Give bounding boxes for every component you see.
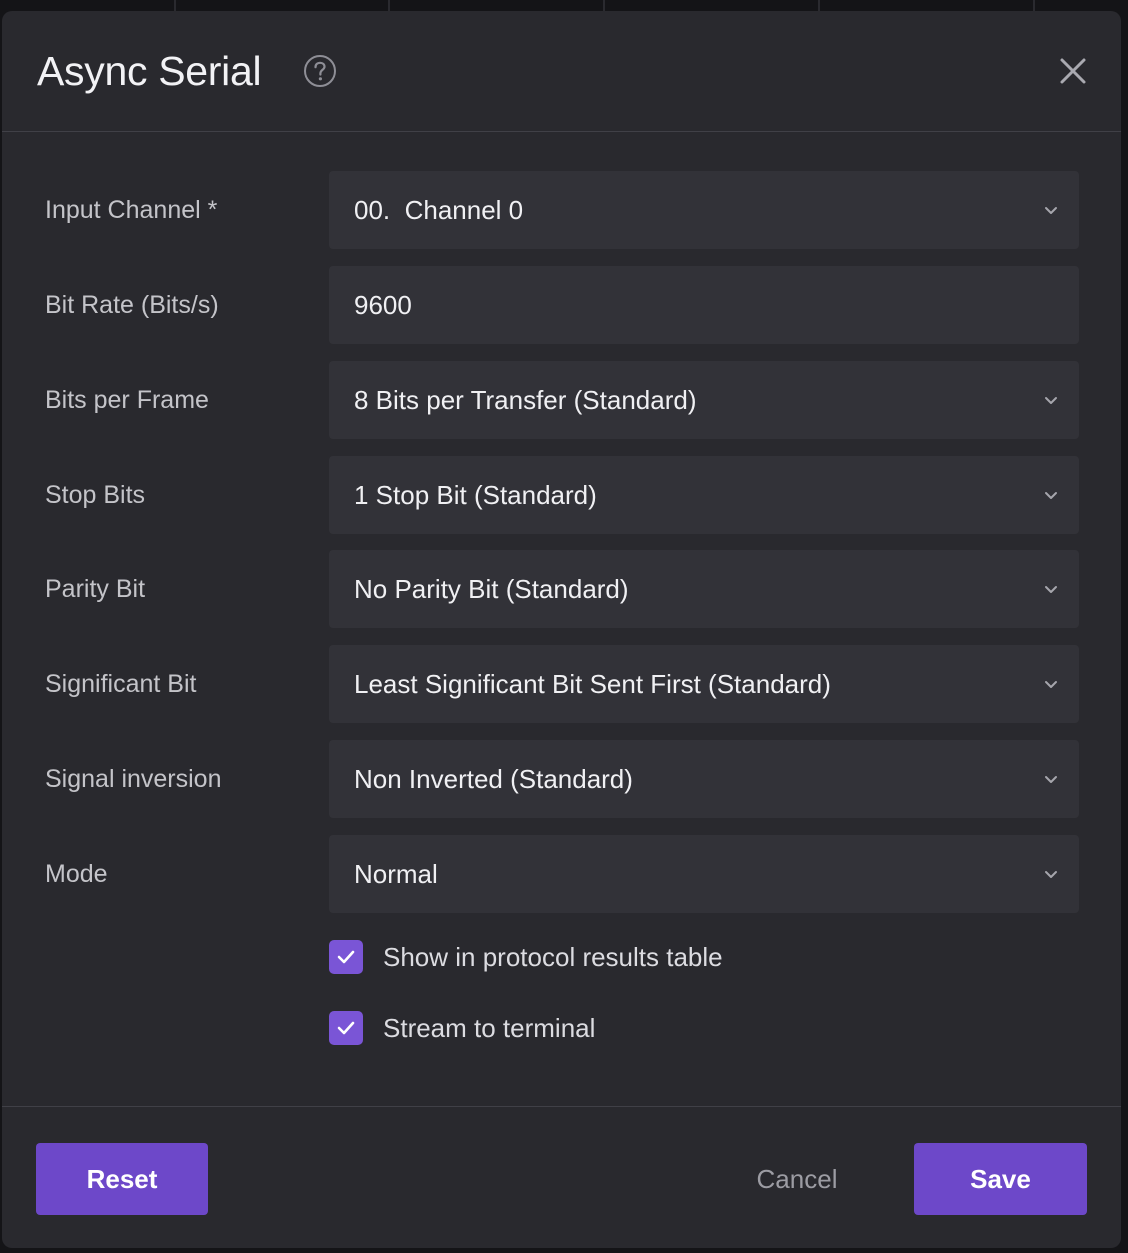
input-channel-value: 00. Channel 0 (354, 195, 524, 225)
show-in-results-label: Show in protocol results table (383, 942, 723, 972)
check-icon (337, 1021, 355, 1035)
mode-row: Mode Normal (2, 835, 1121, 913)
stream-to-terminal-checkbox[interactable] (329, 1011, 363, 1045)
signal-inversion-label: Signal inversion (45, 765, 222, 793)
chevron-down-icon (1045, 207, 1057, 214)
bit-rate-label: Bit Rate (Bits/s) (45, 291, 219, 319)
bits-per-frame-value: 8 Bits per Transfer (Standard) (354, 385, 697, 415)
mode-value: Normal (354, 859, 438, 889)
dialog-title: Async Serial (37, 48, 262, 94)
signal-inversion-row: Signal inversion Non Inverted (Standard) (2, 740, 1121, 818)
significant-bit-label: Significant Bit (45, 670, 197, 698)
signal-inversion-value: Non Inverted (Standard) (354, 764, 633, 794)
input-channel-label: Input Channel * (45, 196, 218, 224)
signal-inversion-select[interactable]: Non Inverted (Standard) (329, 740, 1079, 818)
save-button[interactable]: Save (914, 1143, 1087, 1215)
bit-rate-row: Bit Rate (Bits/s) 9600 (2, 266, 1121, 344)
async-serial-dialog: Async Serial Input Channel * 00. Channel… (2, 11, 1121, 1248)
parity-bit-value: No Parity Bit (Standard) (354, 574, 629, 604)
bits-per-frame-row: Bits per Frame 8 Bits per Transfer (Stan… (2, 361, 1121, 439)
show-in-results-checkbox[interactable] (329, 940, 363, 974)
chevron-down-icon (1045, 586, 1057, 593)
close-icon[interactable] (1055, 53, 1091, 89)
parity-bit-select[interactable]: No Parity Bit (Standard) (329, 550, 1079, 628)
stop-bits-value: 1 Stop Bit (Standard) (354, 480, 597, 510)
cancel-button[interactable]: Cancel (722, 1143, 872, 1215)
significant-bit-select[interactable]: Least Significant Bit Sent First (Standa… (329, 645, 1079, 723)
chevron-down-icon (1045, 397, 1057, 404)
significant-bit-row: Significant Bit Least Significant Bit Se… (2, 645, 1121, 723)
stop-bits-label: Stop Bits (45, 481, 146, 509)
help-icon[interactable] (303, 54, 337, 88)
mode-label: Mode (45, 860, 108, 888)
dialog-footer: Reset Cancel Save (2, 1106, 1121, 1248)
chevron-down-icon (1045, 492, 1057, 499)
reset-button[interactable]: Reset (36, 1143, 208, 1215)
stop-bits-row: Stop Bits 1 Stop Bit (Standard) (2, 456, 1121, 534)
bit-rate-input[interactable]: 9600 (329, 266, 1079, 344)
chevron-down-icon (1045, 871, 1057, 878)
stream-to-terminal-label: Stream to terminal (383, 1013, 596, 1043)
bits-per-frame-label: Bits per Frame (45, 386, 209, 414)
significant-bit-value: Least Significant Bit Sent First (Standa… (354, 669, 831, 699)
input-channel-select[interactable]: 00. Channel 0 (329, 171, 1079, 249)
chevron-down-icon (1045, 681, 1057, 688)
bits-per-frame-select[interactable]: 8 Bits per Transfer (Standard) (329, 361, 1079, 439)
input-channel-row: Input Channel * 00. Channel 0 (2, 171, 1121, 249)
parity-bit-row: Parity Bit No Parity Bit (Standard) (2, 550, 1121, 628)
check-icon (337, 950, 355, 964)
stop-bits-select[interactable]: 1 Stop Bit (Standard) (329, 456, 1079, 534)
mode-select[interactable]: Normal (329, 835, 1079, 913)
bit-rate-value: 9600 (354, 290, 412, 320)
parity-bit-label: Parity Bit (45, 575, 146, 603)
dialog-header: Async Serial (2, 11, 1121, 132)
chevron-down-icon (1045, 776, 1057, 783)
